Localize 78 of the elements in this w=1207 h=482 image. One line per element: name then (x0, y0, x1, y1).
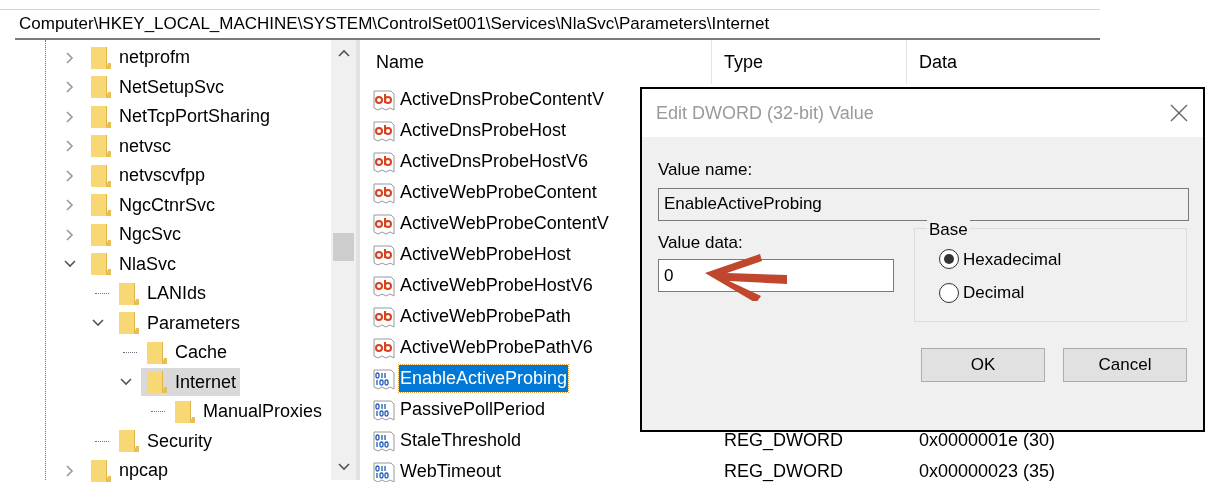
value-name[interactable]: ActiveWebProbeHost (399, 241, 572, 268)
tree-item[interactable]: NetTcpPortSharing (85, 102, 275, 131)
field-label: Value name: (658, 159, 754, 181)
radio-label[interactable]: Decimal (963, 280, 1025, 306)
string-value-icon (372, 273, 396, 298)
binary-value-icon (372, 366, 396, 391)
scroll-up-icon[interactable] (336, 48, 351, 58)
column-header[interactable]: Type (712, 40, 907, 84)
folder-icon (172, 398, 198, 425)
binary-value-icon (372, 397, 396, 422)
folder-icon (116, 310, 142, 337)
scroll-thumb[interactable] (333, 233, 354, 261)
string-value-icon (372, 87, 396, 112)
tree-item[interactable]: Internet (141, 368, 241, 397)
folder-icon (88, 44, 114, 71)
dialog-title: Edit DWORD (32-bit) Value (656, 101, 874, 125)
scroll-down-icon[interactable] (336, 462, 351, 472)
value-name[interactable]: ActiveWebProbePath (399, 303, 572, 330)
address-bar[interactable]: Computer\HKEY_LOCAL_MACHINE\SYSTEM\ControlSet001\Services\NlaSvc\Parameters\Internet (15, 10, 1100, 40)
scrollbar[interactable] (331, 40, 356, 480)
dialog-button[interactable]: Cancel (1063, 347, 1187, 382)
folder-icon (144, 369, 170, 396)
value-name[interactable]: ActiveWebProbeContentV (399, 210, 610, 237)
column-header[interactable]: Name (372, 40, 712, 84)
folder-icon (116, 280, 142, 307)
value-type: REG_DWORD (723, 429, 844, 453)
folder-icon (88, 74, 114, 101)
string-value-icon (372, 335, 396, 360)
value-name[interactable]: ActiveWebProbeHostV6 (399, 272, 594, 299)
value-type: REG_DWORD (723, 460, 844, 482)
value-data: 0x0000001e (30) (918, 429, 1056, 452)
value-name[interactable]: WebTimeout (399, 458, 503, 482)
value-name[interactable]: ActiveWebProbePathV6 (399, 334, 594, 361)
folder-icon (88, 162, 114, 189)
value-name[interactable]: EnableActiveProbing (399, 365, 569, 392)
tree-item[interactable]: Cache (141, 338, 232, 367)
tree-item[interactable]: netprofm (85, 43, 195, 72)
value-data: 0x00000023 (35) (918, 460, 1056, 482)
value-name[interactable]: StaleThreshold (399, 427, 523, 454)
tree-item[interactable]: npcap (85, 456, 173, 482)
tree-item[interactable]: netvsc (85, 132, 176, 161)
folder-icon (88, 457, 114, 482)
string-value-icon (372, 211, 396, 236)
tree-item[interactable]: NetSetupSvc (85, 73, 229, 102)
tree-item[interactable]: Parameters (113, 309, 245, 338)
string-value-icon (372, 242, 396, 267)
string-value-icon (372, 304, 396, 329)
radio-button[interactable] (939, 249, 959, 270)
value-name[interactable]: ActiveDnsProbeHost (399, 117, 568, 144)
folder-icon (144, 339, 170, 366)
tree-item[interactable]: ManualProxies (169, 397, 327, 426)
tree-item[interactable]: NlaSvc (85, 250, 180, 279)
value-name[interactable]: PassivePollPeriod (399, 396, 547, 423)
tree-item[interactable]: NgcCtnrSvc (85, 191, 220, 220)
radio-button[interactable] (939, 282, 959, 303)
binary-value-icon (372, 428, 396, 453)
tree-item[interactable]: LANIds (113, 279, 211, 308)
string-value-icon (372, 118, 396, 143)
value-name[interactable]: ActiveDnsProbeContentV (399, 86, 606, 113)
folder-icon (88, 251, 114, 278)
folder-icon (88, 103, 114, 130)
folder-icon (88, 221, 114, 248)
tree-item[interactable]: NgcSvc (85, 220, 185, 249)
close-icon[interactable] (1169, 103, 1189, 123)
value-name[interactable]: ActiveDnsProbeHostV6 (399, 148, 590, 175)
radio-label[interactable]: Hexadecimal (963, 246, 1062, 272)
dialog-button[interactable]: OK (921, 347, 1045, 382)
string-value-icon (372, 149, 396, 174)
value-name[interactable]: ActiveWebProbeContent (399, 179, 598, 206)
folder-icon (88, 133, 114, 160)
column-header[interactable]: Data (907, 40, 958, 84)
tree-item[interactable]: netvscvfpp (85, 161, 210, 190)
folder-icon (116, 428, 142, 455)
tree-item[interactable]: Security (113, 427, 217, 456)
value-name-field[interactable]: EnableActiveProbing (658, 187, 1189, 221)
field-label: Value data: (658, 231, 744, 254)
folder-icon (88, 192, 114, 219)
string-value-icon (372, 180, 396, 205)
